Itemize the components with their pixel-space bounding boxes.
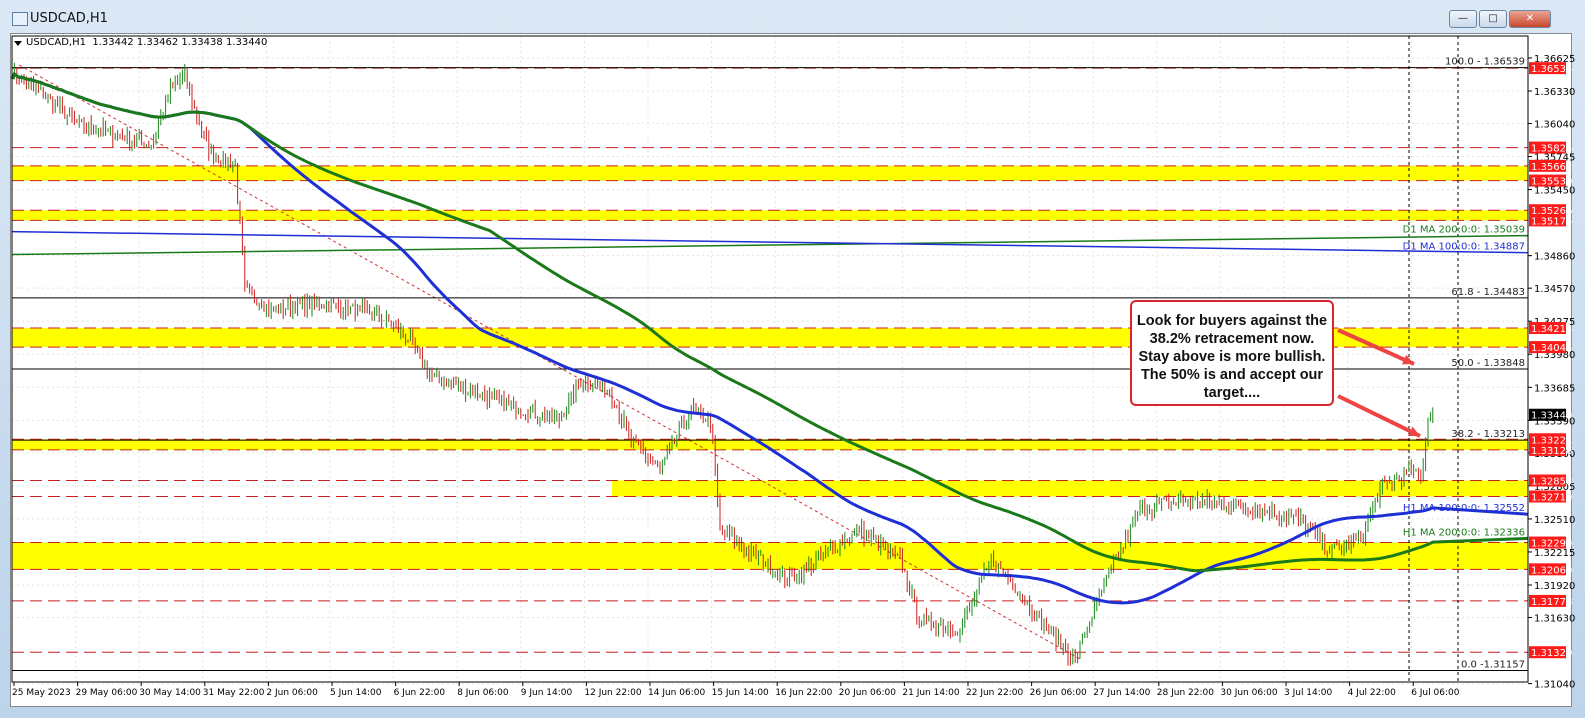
level-price-label: 1.32060	[1531, 565, 1572, 576]
x-tick-label: 6 Jul 06:00	[1411, 688, 1460, 698]
moving-average-label: H1 MA 200:0:0: 1.32336	[1403, 527, 1525, 538]
x-tick-label: 12 Jun 22:00	[584, 688, 641, 698]
annotation-line: Look for buyers against the	[1136, 313, 1328, 329]
x-tick-label: 21 Jun 14:00	[902, 688, 959, 698]
x-tick-label: 16 Jun 22:00	[775, 688, 832, 698]
x-tick-label: 29 May 06:00	[76, 688, 138, 698]
x-tick-label: 28 Jun 22:00	[1157, 688, 1214, 698]
level-price-label: 1.34044	[1531, 343, 1572, 354]
fibonacci-label: 100.0 - 1.36539	[1445, 57, 1525, 68]
level-price-label: 1.32710	[1531, 493, 1572, 504]
symbol-dropdown-icon[interactable]	[14, 41, 22, 46]
symbol-label: USDCAD,H1	[26, 37, 86, 48]
level-price-label: 1.35825	[1531, 144, 1572, 155]
y-tick-label: 1.31630	[1534, 613, 1575, 624]
x-tick-label: 31 May 22:00	[203, 688, 265, 698]
x-tick-label: 27 Jun 14:00	[1093, 688, 1150, 698]
fibonacci-label: 50.0 - 1.33848	[1451, 358, 1525, 369]
level-price-label: 1.35662	[1531, 162, 1572, 173]
level-price-label: 1.33126	[1531, 446, 1572, 457]
level-price-label: 1.32853	[1531, 476, 1572, 487]
ohlc-readout: USDCAD,H1 1.33442 1.33462 1.33438 1.3344…	[26, 37, 267, 48]
fibonacci-label: 61.8 - 1.34483	[1451, 287, 1525, 298]
y-tick-label: 1.36040	[1534, 119, 1575, 130]
price-chart[interactable]: 100.0 - 1.36539 61.8 - 1.34483 50.0 - 1.33…	[0, 0, 1585, 718]
open-value: 1.33442	[92, 37, 134, 48]
x-tick-label: 5 Jun 14:00	[330, 688, 382, 698]
annotation-line: Stay above is more bullish.	[1138, 349, 1326, 365]
moving-average-label: D1 MA 200:0:0: 1.35039	[1403, 225, 1525, 236]
x-tick-label: 22 Jun 22:00	[966, 688, 1023, 698]
x-tick-label: 4 Jul 22:00	[1348, 688, 1397, 698]
x-tick-label: 15 Jun 14:00	[712, 688, 769, 698]
annotation-line: 38.2% retracement now.	[1149, 331, 1315, 347]
level-price-label: 1.31320	[1531, 648, 1572, 659]
support-resistance-zone	[612, 480, 1528, 497]
level-price-label: 1.34214	[1531, 324, 1572, 335]
support-resistance-zone	[12, 165, 1528, 181]
level-price-label: 1.32299	[1531, 539, 1572, 550]
annotation-callout: Look for buyers against the 38.2% retrac…	[1130, 300, 1334, 406]
x-tick-label: 6 Jun 22:00	[394, 688, 446, 698]
x-tick-label: 20 Jun 06:00	[839, 688, 896, 698]
annotation-line: target....	[1203, 385, 1261, 401]
x-tick-label: 2 Jun 06:00	[266, 688, 318, 698]
x-tick-label: 26 Jun 06:00	[1030, 688, 1087, 698]
y-tick-label: 1.33685	[1534, 383, 1575, 394]
y-tick-label: 1.34570	[1534, 284, 1575, 295]
x-tick-label: 9 Jun 14:00	[521, 688, 573, 698]
y-tick-label: 1.34860	[1534, 252, 1575, 263]
fibonacci-label: 0.0 -1.31157	[1461, 659, 1525, 670]
close-value: 1.33440	[225, 37, 268, 48]
annotation-line: The 50% is and accept our	[1140, 367, 1324, 383]
low-value: 1.33438	[181, 37, 223, 48]
level-price-label: 1.35175	[1531, 216, 1572, 227]
level-price-label: 1.36534	[1531, 64, 1572, 75]
y-tick-label: 1.31920	[1534, 581, 1575, 592]
x-tick-label: 3 Jul 14:00	[1284, 688, 1333, 698]
x-tick-label: 30 Jun 06:00	[1220, 688, 1277, 698]
high-value: 1.33462	[136, 37, 179, 48]
level-price-label: 1.31778	[1531, 597, 1572, 608]
y-tick-label: 1.32510	[1534, 515, 1575, 526]
y-tick-label: 1.32215	[1534, 548, 1575, 559]
fibonacci-label: 38.2 - 1.33213	[1451, 429, 1525, 440]
y-tick-label: 1.36330	[1534, 87, 1575, 98]
moving-average-label: H1 MA 100:0:0: 1.32552	[1403, 503, 1525, 514]
x-tick-label: 25 May 2023	[12, 688, 71, 698]
x-tick-label: 30 May 14:00	[139, 688, 201, 698]
current-price-label: 1.33440	[1531, 411, 1572, 422]
y-tick-label: 1.31040	[1534, 680, 1575, 691]
x-tick-label: 14 Jun 06:00	[648, 688, 705, 698]
moving-average-label: D1 MA 100:0:0: 1.34887	[1403, 242, 1525, 253]
support-resistance-zone	[12, 210, 1528, 221]
x-tick-label: 8 Jun 06:00	[457, 688, 509, 698]
level-price-label: 1.35530	[1531, 177, 1572, 188]
